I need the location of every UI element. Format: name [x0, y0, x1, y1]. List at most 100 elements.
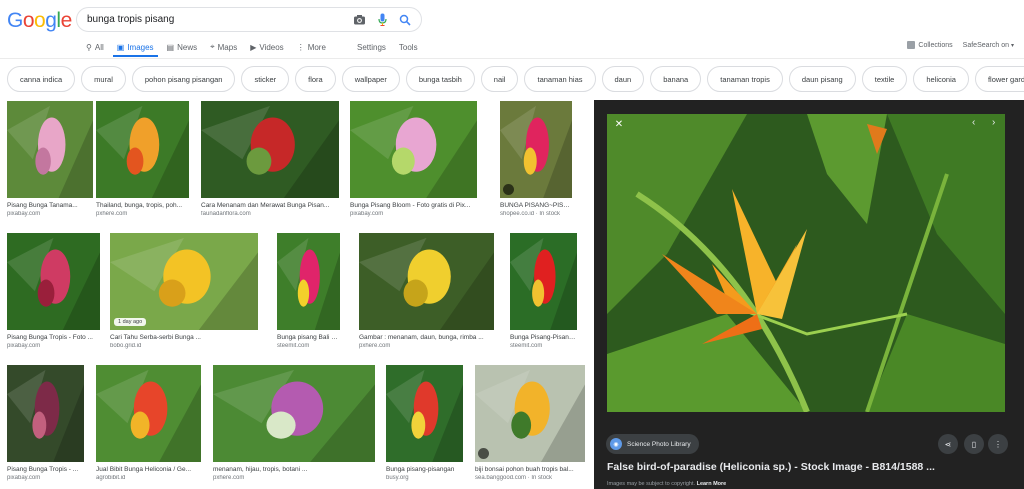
result-caption[interactable]: Cara Menanam dan Merawat Bunga Pisan...	[201, 202, 339, 209]
image-result[interactable]: Bunga Pisang Bloom - Foto gratis di Pix.…	[350, 101, 477, 217]
more-options-icon[interactable]: ⋮	[988, 434, 1008, 454]
result-source: pxhere.com	[213, 475, 245, 481]
chip[interactable]: daun	[601, 66, 645, 92]
tab-maps[interactable]: ⌖ Maps	[210, 38, 237, 56]
globe-icon: ◉	[610, 438, 622, 450]
image-result[interactable]: menanam, hijau, tropis, botani ... pxhere…	[213, 365, 375, 481]
chip[interactable]: nail	[480, 66, 519, 92]
chip[interactable]: pohon pisang pisangan	[131, 66, 236, 92]
result-caption[interactable]: Jual Bibit Bunga Heliconia / Ge...	[96, 466, 201, 473]
result-thumbnail[interactable]	[350, 101, 477, 198]
result-caption[interactable]: Cari Tahu Serba-serbi Bunga ...	[110, 334, 258, 341]
result-caption[interactable]: Bunga pisang Bali # C...	[277, 334, 340, 341]
image-result[interactable]: Gambar : menanam, daun, bunga, rimba ...…	[359, 233, 494, 349]
collections-icon	[907, 41, 916, 49]
chip[interactable]: wallpaper	[341, 66, 400, 92]
chip[interactable]: mural	[81, 66, 126, 92]
camera-icon[interactable]	[351, 12, 367, 28]
image-result[interactable]: Cara Menanam dan Merawat Bunga Pisan... f…	[201, 101, 339, 217]
image-result[interactable]: Pisang Bunga Tanama... pixabay.com	[7, 101, 93, 217]
result-caption[interactable]: Bunga Pisang Bloom - Foto gratis di Pix.…	[350, 202, 477, 209]
chip[interactable]: canna indica	[7, 66, 76, 92]
chip[interactable]: bunga tasbih	[405, 66, 475, 92]
chip[interactable]: textile	[861, 66, 908, 92]
chip[interactable]: flora	[295, 66, 336, 92]
collections-link[interactable]: Collections	[918, 42, 952, 49]
image-result[interactable]: biji bonsai pohon buah tropis bal... sea.…	[475, 365, 585, 481]
image-result[interactable]: Bunga pisang Bali # C... steemit.com	[277, 233, 340, 349]
result-caption[interactable]: BUNGA PISANG~PISANG P...	[500, 202, 572, 209]
tab-images[interactable]: ▣ Images	[112, 38, 158, 57]
nav-settings-tools: Settings Tools	[357, 38, 431, 56]
image-result[interactable]: BUNGA PISANG~PISANG P... shopee.co.id · I…	[500, 101, 572, 217]
image-result[interactable]: Jual Bibit Bunga Heliconia / Ge... agrobi…	[96, 365, 201, 481]
next-image-icon[interactable]: ›	[992, 117, 995, 128]
image-result[interactable]: Pisang Bunga Tropis - ... pixabay.com	[7, 365, 84, 481]
tools-link[interactable]: Tools	[399, 38, 418, 56]
result-thumbnail[interactable]	[7, 101, 93, 198]
tab-news[interactable]: ▤ News	[167, 38, 198, 56]
image-result[interactable]: Pisang Bunga Tropis - Foto ... pixabay.co…	[7, 233, 100, 349]
result-thumbnail[interactable]	[386, 365, 463, 462]
image-result[interactable]: 1 day ago Cari Tahu Serba-serbi Bunga ...…	[110, 233, 258, 349]
preview-image[interactable]	[607, 114, 1005, 412]
more-vert-icon: ⋮	[296, 42, 305, 52]
bookmark-icon[interactable]: ▯	[964, 434, 984, 454]
image-result[interactable]: Bunga pisang-pisangan busy.org	[386, 365, 463, 481]
settings-link[interactable]: Settings	[357, 38, 386, 56]
result-thumbnail[interactable]	[510, 233, 577, 330]
result-thumbnail[interactable]	[7, 233, 100, 330]
microphone-icon[interactable]	[374, 12, 390, 28]
image-result[interactable]: Bunga Pisang-Pisanga... steemit.com	[510, 233, 577, 349]
result-thumbnail[interactable]	[500, 101, 572, 198]
image-result[interactable]: Thailand, bunga, tropis, poh... pxhere.co…	[96, 101, 189, 217]
safesearch-toggle[interactable]: SafeSearch on	[963, 42, 1009, 49]
map-pin-icon: ⌖	[210, 42, 215, 51]
result-thumbnail[interactable]	[96, 365, 201, 462]
result-thumbnail[interactable]	[475, 365, 585, 462]
google-logo[interactable]: Google	[7, 9, 72, 33]
chip[interactable]: banana	[650, 66, 702, 92]
result-caption[interactable]: Thailand, bunga, tropis, poh...	[96, 202, 189, 209]
result-thumbnail[interactable]	[277, 233, 340, 330]
result-source: pxhere.com	[96, 211, 128, 217]
result-thumbnail[interactable]	[110, 233, 258, 330]
result-caption[interactable]: Pisang Bunga Tropis - ...	[7, 466, 84, 473]
related-searches-chips: canna indica mural pohon pisang pisangan st…	[7, 66, 1024, 92]
search-icon: ⚲	[86, 42, 92, 52]
chip[interactable]: heliconia	[913, 66, 969, 92]
product-tag-icon	[503, 184, 514, 195]
result-caption[interactable]: Bunga pisang-pisangan	[386, 466, 463, 473]
result-caption[interactable]: Pisang Bunga Tropis - Foto ...	[7, 334, 100, 341]
learn-more-link[interactable]: Learn More	[697, 481, 727, 487]
result-thumbnail[interactable]	[213, 365, 375, 462]
previous-image-icon[interactable]: ‹	[972, 117, 975, 128]
preview-title[interactable]: False bird-of-paradise (Heliconia sp.) -…	[607, 461, 935, 473]
source-pill[interactable]: ◉ Science Photo Library	[606, 434, 699, 454]
result-thumbnail[interactable]	[201, 101, 339, 198]
result-caption[interactable]: Pisang Bunga Tanama...	[7, 202, 93, 209]
close-icon[interactable]: ✕	[612, 117, 626, 131]
tab-more[interactable]: ⋮ More	[297, 38, 326, 56]
result-caption[interactable]: Gambar : menanam, daun, bunga, rimba ...	[359, 334, 494, 341]
chip[interactable]: sticker	[241, 66, 290, 92]
result-thumbnail[interactable]	[96, 101, 189, 198]
result-thumbnail[interactable]	[7, 365, 84, 462]
result-source: steemit.com	[277, 343, 310, 349]
chip[interactable]: daun pisang	[788, 66, 856, 92]
result-source: agrobibit.id	[96, 475, 126, 481]
result-caption[interactable]: menanam, hijau, tropis, botani ...	[213, 466, 375, 473]
chip[interactable]: tanaman tropis	[707, 66, 783, 92]
result-source: bobo.grid.id	[110, 343, 142, 349]
header-divider	[0, 58, 1024, 59]
search-input[interactable]	[87, 14, 344, 25]
tab-all[interactable]: ⚲ All	[86, 38, 104, 56]
chip[interactable]: tanaman hias	[524, 66, 596, 92]
tab-videos[interactable]: ▶ Videos	[250, 38, 283, 56]
search-icon[interactable]	[397, 12, 413, 28]
result-caption[interactable]: Bunga Pisang-Pisanga...	[510, 334, 577, 341]
result-thumbnail[interactable]	[359, 233, 494, 330]
result-caption[interactable]: biji bonsai pohon buah tropis bal...	[475, 466, 585, 473]
chip[interactable]: flower garden	[974, 66, 1024, 92]
share-icon[interactable]: ⋖	[938, 434, 958, 454]
